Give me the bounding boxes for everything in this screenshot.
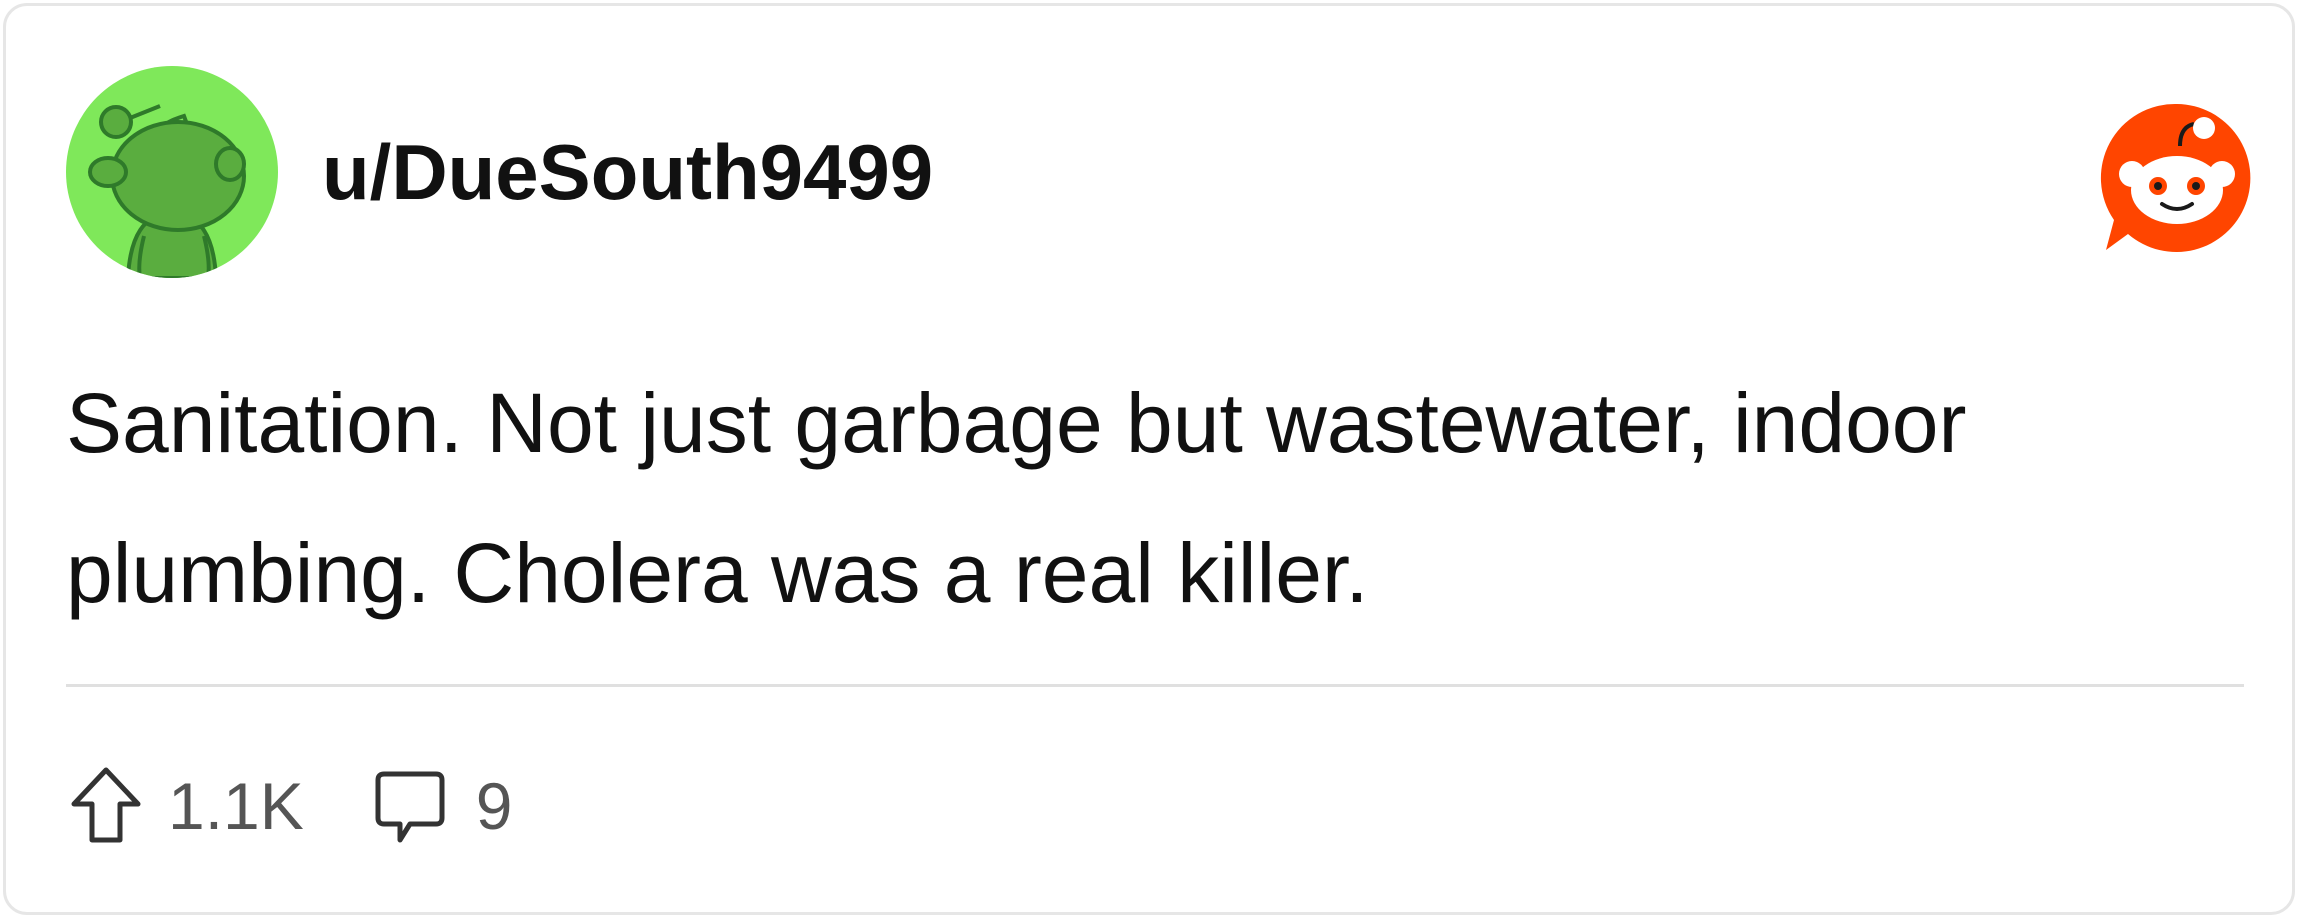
comment-bubble-icon	[370, 762, 450, 850]
reddit-logo-icon	[2098, 100, 2256, 258]
upvote-button[interactable]: 1.1K	[66, 762, 370, 850]
post-card: u/DueSouth9499 Sanitation. Not just garb…	[3, 3, 2295, 915]
post-actions: 1.1K 9	[66, 758, 513, 854]
comment-button[interactable]: 9	[370, 762, 513, 850]
upvote-count: 1.1K	[168, 769, 304, 843]
upvote-arrow-icon	[66, 762, 146, 850]
post-body: Sanitation. Not just garbage but wastewa…	[66, 376, 1967, 620]
username[interactable]: u/DueSouth9499	[322, 124, 933, 220]
comment-count: 9	[475, 769, 513, 843]
snoo-avatar-icon	[88, 104, 246, 278]
divider	[66, 684, 2244, 687]
user-avatar[interactable]	[66, 66, 278, 278]
